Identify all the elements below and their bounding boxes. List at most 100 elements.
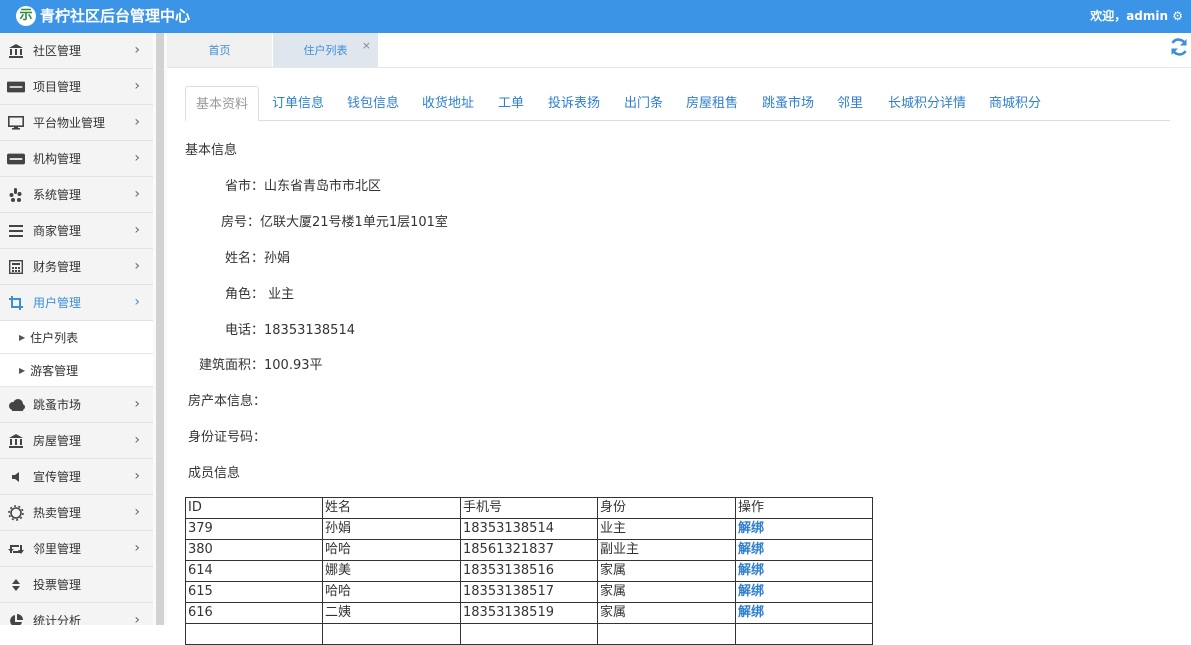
sidebar-scrollbar[interactable] <box>156 33 164 625</box>
close-icon[interactable]: × <box>362 28 371 64</box>
logo-icon: 示 <box>16 6 36 26</box>
cell-role <box>597 623 736 645</box>
province-label: 省市： <box>225 179 265 194</box>
table-row: 615 哈哈 18353138517 家属 解绑 <box>185 581 873 603</box>
caret-right-icon: ▶ <box>19 332 26 342</box>
sidebar-item-property[interactable]: 平台物业管理 › <box>0 105 153 141</box>
id-number-label: 身份证号码： <box>188 430 267 445</box>
cell-id <box>185 623 323 645</box>
chevron-right-icon: › <box>134 504 140 520</box>
gear-icon[interactable]: ⚙ <box>1172 9 1183 23</box>
tab-orders[interactable]: 订单信息 <box>272 86 324 121</box>
chevron-right-icon: › <box>134 78 140 94</box>
bank-icon <box>7 43 25 58</box>
table-row: 379 孙娟 18353138514 业主 解绑 <box>185 518 873 540</box>
discover-card-icon <box>7 80 25 94</box>
sidebar-item-merchant[interactable]: 商家管理 › <box>0 213 153 249</box>
sidebar-item-flea-market[interactable]: 跳蚤市场 › <box>0 387 153 423</box>
bars-icon <box>7 224 25 238</box>
sidebar-item-neighbor[interactable]: 邻里管理 › <box>0 531 153 567</box>
tab-exit-pass[interactable]: 出门条 <box>624 86 663 121</box>
table-row: 616 二姨 18353138519 家属 解绑 <box>185 602 873 624</box>
sidebar-subitem-residents[interactable]: ▶ 住户列表 <box>0 321 153 354</box>
sidebar-item-finance[interactable]: 财务管理 › <box>0 249 153 285</box>
room-label: 房号： <box>221 215 261 230</box>
tab-home[interactable]: 首页 <box>167 33 272 67</box>
tab-mall-points[interactable]: 商城积分 <box>989 86 1041 121</box>
room-row: 房号：亿联大厦21号楼1单元1层101室 <box>221 211 448 230</box>
unbind-link[interactable]: 解绑 <box>738 542 764 557</box>
sidebar-item-org[interactable]: 机构管理 › <box>0 141 153 177</box>
phone-value: 18353138514 <box>264 323 355 338</box>
cell-role: 副业主 <box>597 539 736 561</box>
sidebar-item-housing[interactable]: 房屋管理 › <box>0 423 153 459</box>
sidebar-subitem-visitors[interactable]: ▶ 游客管理 <box>0 354 153 387</box>
tab-wallet[interactable]: 钱包信息 <box>347 86 399 121</box>
unbind-link[interactable]: 解绑 <box>738 605 764 620</box>
tab-flea-market[interactable]: 跳蚤市场 <box>762 86 814 121</box>
cell-id: 379 <box>185 518 323 540</box>
cell-role: 家属 <box>597 581 736 603</box>
cell-id: 616 <box>185 602 323 624</box>
cell-action: 解绑 <box>735 560 873 582</box>
chevron-right-icon: › <box>134 114 140 130</box>
chevron-right-icon: › <box>134 258 140 274</box>
detail-tabs: 基本资料 订单信息 钱包信息 收货地址 工单 投诉表扬 出门条 房屋租售 跳蚤市… <box>185 86 1170 121</box>
tab-work-order[interactable]: 工单 <box>498 86 524 121</box>
cell-name <box>322 623 461 645</box>
user-menu[interactable]: 欢迎，admin ⚙ <box>1090 8 1183 24</box>
tab-basic-info[interactable]: 基本资料 <box>185 86 259 121</box>
tab-house-rental[interactable]: 房屋租售 <box>686 86 738 121</box>
cell-phone: 18353138519 <box>460 602 598 624</box>
tab-greatwall-points[interactable]: 长城积分详情 <box>888 86 966 121</box>
tab-neighbor[interactable]: 邻里 <box>837 86 863 121</box>
stripe-icon <box>7 152 25 166</box>
cell-id: 614 <box>185 560 323 582</box>
welcome-text: 欢迎，admin <box>1090 9 1169 23</box>
role-row: 角色： 业主 <box>225 283 294 302</box>
unbind-link[interactable]: 解绑 <box>738 584 764 599</box>
cell-name: 二姨 <box>322 602 461 624</box>
sidebar-item-user[interactable]: 用户管理 › <box>0 285 153 321</box>
tab-address[interactable]: 收货地址 <box>422 86 474 121</box>
cell-phone: 18353138517 <box>460 581 598 603</box>
sidebar-item-promotion[interactable]: 宣传管理 › <box>0 459 153 495</box>
sidebar-item-label: 投票管理 <box>33 578 82 592</box>
sidebar-item-stats[interactable]: 统计分析 › <box>0 603 153 625</box>
cell-action: 解绑 <box>735 581 873 603</box>
unbind-link[interactable]: 解绑 <box>738 521 764 536</box>
sidebar-item-community[interactable]: 社区管理 › <box>0 33 153 69</box>
phone-label: 电话： <box>225 323 265 338</box>
retweet-icon <box>7 542 25 556</box>
phone-row: 电话：18353138514 <box>225 319 355 338</box>
cell-phone: 18353138514 <box>460 518 598 540</box>
id-number-row: 身份证号码： <box>188 426 266 445</box>
column-header-role: 身份 <box>597 497 736 519</box>
table-row: 380 哈哈 18561321837 副业主 解绑 <box>185 539 873 561</box>
unbind-link[interactable]: 解绑 <box>738 563 764 578</box>
chevron-right-icon: › <box>134 186 140 202</box>
column-header-phone: 手机号 <box>460 497 598 519</box>
cell-action <box>735 623 873 645</box>
deed-row: 房产本信息： <box>188 390 266 409</box>
sidebar-item-vote[interactable]: 投票管理 <box>0 567 153 603</box>
tab-resident-list[interactable]: 住户列表 × <box>273 33 378 67</box>
gear-icon <box>7 504 25 521</box>
cell-name: 哈哈 <box>322 539 461 561</box>
tab-label: 首页 <box>208 44 231 57</box>
cell-action: 解绑 <box>735 539 873 561</box>
pie-chart-icon <box>7 613 25 625</box>
cell-action: 解绑 <box>735 518 873 540</box>
table-row: 614 娜美 18353138516 家属 解绑 <box>185 560 873 582</box>
main-content: 基本资料 订单信息 钱包信息 收货地址 工单 投诉表扬 出门条 房屋租售 跳蚤市… <box>167 68 1191 645</box>
cell-name: 娜美 <box>322 560 461 582</box>
room-value: 亿联大厦21号楼1单元1层101室 <box>260 215 448 230</box>
tab-complaints[interactable]: 投诉表扬 <box>548 86 600 121</box>
crop-icon <box>7 295 25 310</box>
chevron-right-icon: › <box>134 540 140 556</box>
sidebar-item-hot-sale[interactable]: 热卖管理 › <box>0 495 153 531</box>
sidebar-item-project[interactable]: 项目管理 › <box>0 69 153 105</box>
name-value: 孙娟 <box>264 251 291 266</box>
refresh-icon[interactable] <box>1169 37 1189 62</box>
sidebar-item-system[interactable]: 系统管理 › <box>0 177 153 213</box>
